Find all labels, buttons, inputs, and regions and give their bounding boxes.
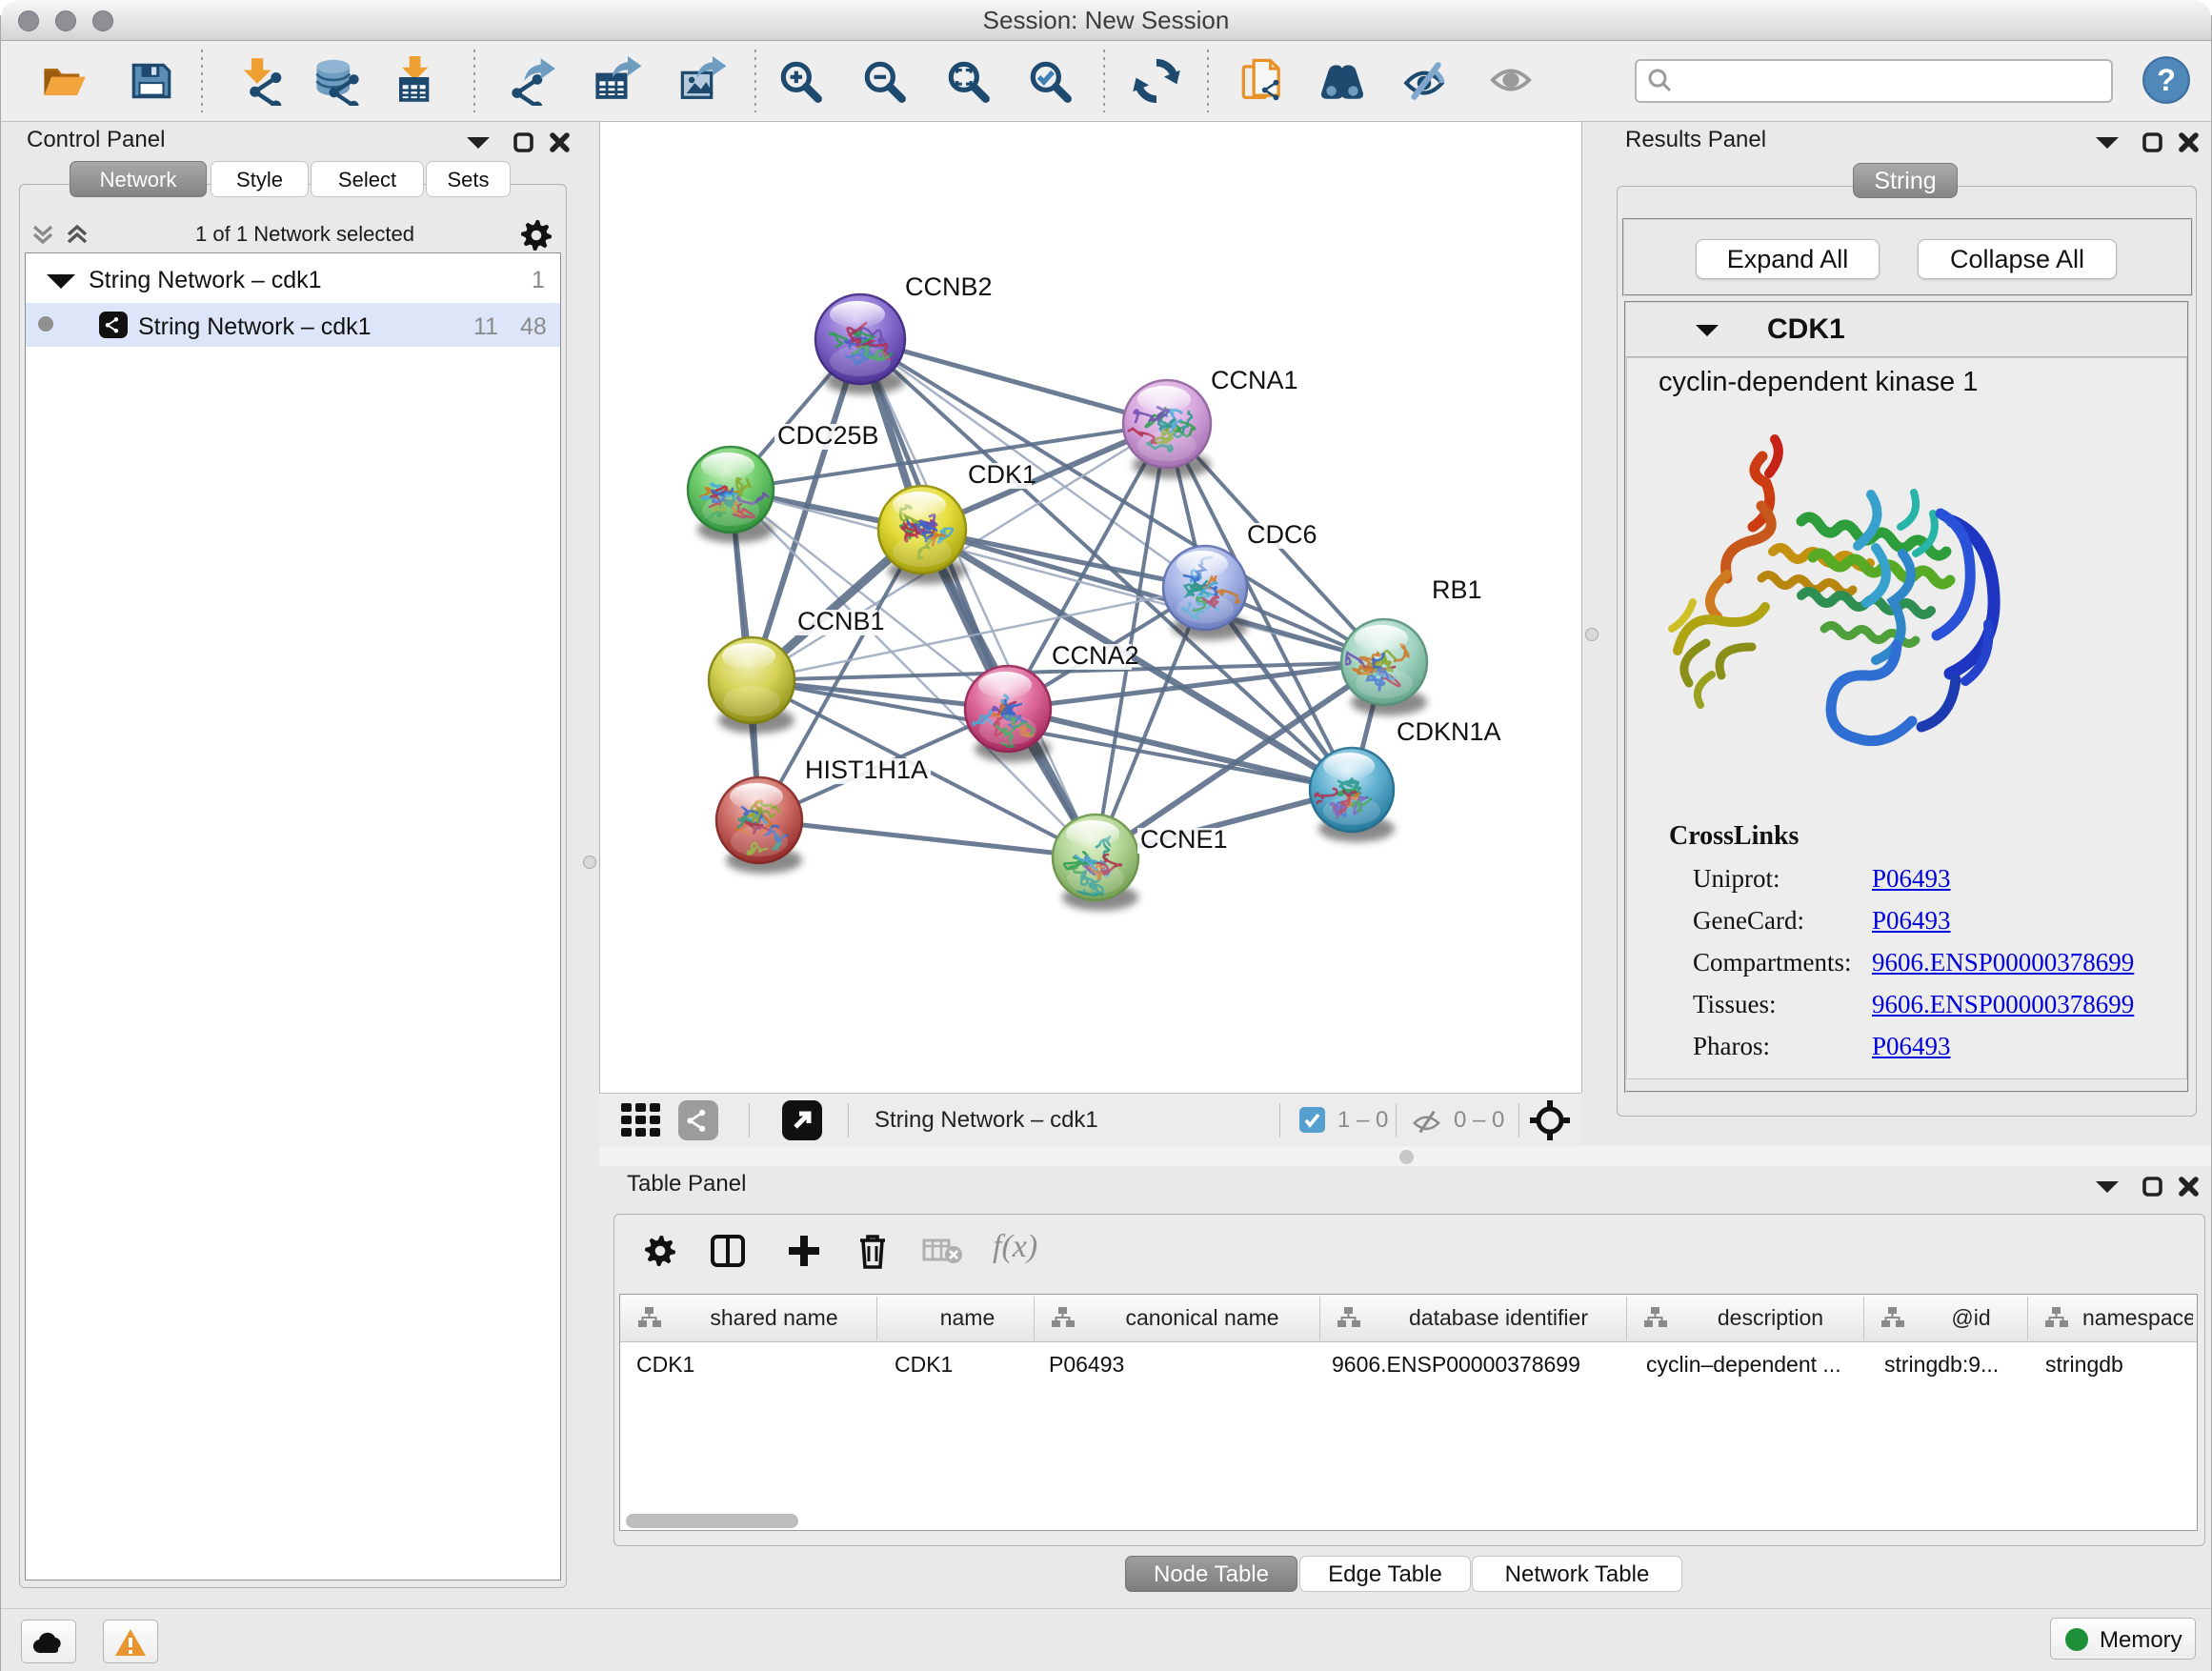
svg-text:RB1: RB1: [1432, 575, 1482, 604]
svg-text:CDC25B: CDC25B: [777, 421, 879, 450]
svg-text:CCNE1: CCNE1: [1140, 825, 1228, 854]
svg-text:CCNB2: CCNB2: [905, 272, 993, 301]
svg-text:HIST1H1A: HIST1H1A: [805, 755, 928, 784]
svg-text:?: ?: [2157, 63, 2176, 97]
svg-text:CCNA1: CCNA1: [1211, 366, 1298, 394]
svg-text:CDKN1A: CDKN1A: [1397, 717, 1501, 746]
svg-text:CDK1: CDK1: [968, 460, 1036, 489]
svg-text:CDC6: CDC6: [1247, 520, 1317, 549]
svg-text:CCNA2: CCNA2: [1052, 641, 1139, 670]
svg-text:CCNB1: CCNB1: [797, 607, 885, 635]
